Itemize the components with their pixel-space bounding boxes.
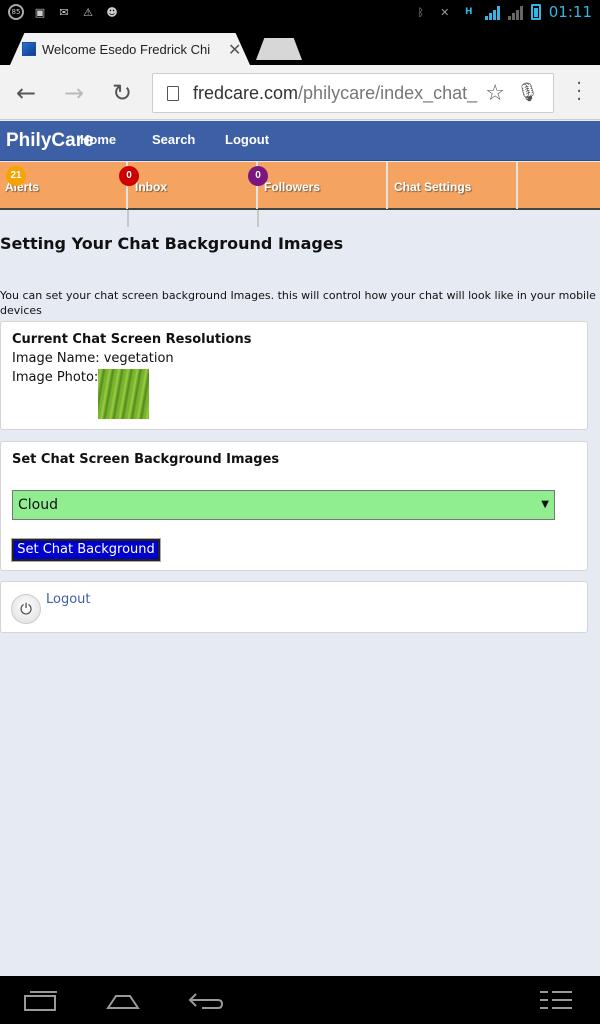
recent-apps-icon[interactable] [24, 988, 58, 1012]
image-name-value: vegetation [103, 351, 174, 366]
alerts-badge: 21 [6, 166, 26, 186]
nav-search[interactable]: Search [152, 132, 195, 147]
nav-logout[interactable]: Logout [225, 132, 269, 147]
followers-badge: 0 [248, 166, 268, 186]
background-select[interactable]: Cloud ▼ [12, 490, 555, 520]
background-thumbnail [98, 369, 149, 419]
status-bar: 85 ▣ ✉ ⚠ ☻ ᛒ ✕ H 01:11 [0, 0, 600, 25]
battery-icon [530, 4, 541, 20]
image-name-row: Image Name: vegetation [12, 351, 174, 366]
logout-card: ⏻ Logout [0, 581, 588, 633]
tab-inbox-label: Inbox [135, 180, 167, 194]
mute-icon: ✕ [440, 5, 450, 19]
chat-icon: ☻ [106, 5, 118, 19]
url-text[interactable]: fredcare.com/philycare/index_chat_ [193, 83, 478, 104]
inbox-badge: 0 [119, 166, 139, 186]
page-title: Setting Your Chat Background Images [0, 234, 344, 253]
image-photo-label: Image Photo: [12, 370, 99, 385]
url-path: /philycare/index_chat_ [298, 82, 478, 103]
tab-chat-settings[interactable]: Chat Settings [388, 162, 518, 209]
close-tab-icon[interactable]: ✕ [228, 40, 241, 59]
tab-chat-settings-label: Chat Settings [394, 180, 472, 194]
address-bar[interactable]: fredcare.com/philycare/index_chat_ ☆ 🎙 [152, 73, 554, 113]
network-type-icon: H [464, 7, 473, 17]
power-icon[interactable]: ⏻ [11, 594, 41, 624]
toolbar: ← → ↻ fredcare.com/philycare/index_chat_… [0, 65, 600, 120]
warning-icon: ⚠ [83, 5, 93, 19]
page-icon [167, 85, 179, 101]
android-nav-bar [0, 976, 600, 1024]
back-arrow-icon[interactable]: ← [16, 79, 36, 107]
set-chat-background-button[interactable]: Set Chat Background [11, 538, 161, 562]
clock: 01:11 [548, 3, 592, 21]
tab-followers[interactable]: Followers 0 [248, 162, 388, 209]
tab-connector [257, 210, 259, 227]
signal-2-icon [507, 4, 523, 20]
bluetooth-icon: ᛒ [417, 5, 425, 19]
back-icon[interactable] [188, 988, 224, 1012]
microphone-icon[interactable]: 🎙 [516, 82, 539, 103]
nav-home[interactable]: Home [80, 132, 116, 147]
browser-tab[interactable]: Welcome Esedo Fredrick Chi ✕ [10, 33, 250, 65]
tab-strip: Welcome Esedo Fredrick Chi ✕ [0, 25, 600, 65]
message-icon: ✉ [59, 5, 69, 19]
set-card-title: Set Chat Screen Background Images [12, 452, 280, 467]
url-domain: fredcare.com [193, 82, 299, 103]
set-background-card: Set Chat Screen Background Images Cloud … [0, 441, 588, 571]
home-icon[interactable] [106, 988, 140, 1012]
current-card-title: Current Chat Screen Resolutions [12, 332, 252, 347]
notification-count-icon: 85 [8, 4, 24, 20]
forward-arrow-icon[interactable]: → [64, 79, 84, 107]
logout-link[interactable]: Logout [46, 592, 91, 607]
dropdown-arrow-icon: ▼ [541, 499, 549, 510]
tab-alerts[interactable]: Alerts 21 [0, 162, 128, 209]
section-tabbar: Alerts 21 Inbox 0 Followers 0 Chat Setti… [0, 162, 600, 210]
background-select-value: Cloud [18, 497, 58, 513]
menu-icon[interactable] [538, 988, 574, 1012]
reload-icon[interactable]: ↻ [112, 79, 132, 107]
site-header: PhilyCare Home Search Logout [0, 121, 600, 161]
tab-followers-label: Followers [264, 180, 321, 194]
new-tab-button[interactable] [256, 38, 302, 60]
bookmark-star-icon[interactable]: ☆ [485, 81, 505, 106]
tab-inbox[interactable]: Inbox 0 [119, 162, 258, 209]
intro-text: You can set your chat screen background … [0, 289, 596, 317]
current-background-card: Current Chat Screen Resolutions Image Na… [0, 321, 588, 430]
tab-title: Welcome Esedo Fredrick Chi [42, 41, 211, 57]
tab-connector [127, 210, 129, 227]
favicon-icon [22, 42, 36, 56]
signal-icon [484, 4, 500, 20]
menu-dots-icon[interactable]: · · · [576, 75, 582, 109]
image-icon: ▣ [34, 5, 46, 19]
image-name-label: Image Name: [12, 351, 100, 366]
